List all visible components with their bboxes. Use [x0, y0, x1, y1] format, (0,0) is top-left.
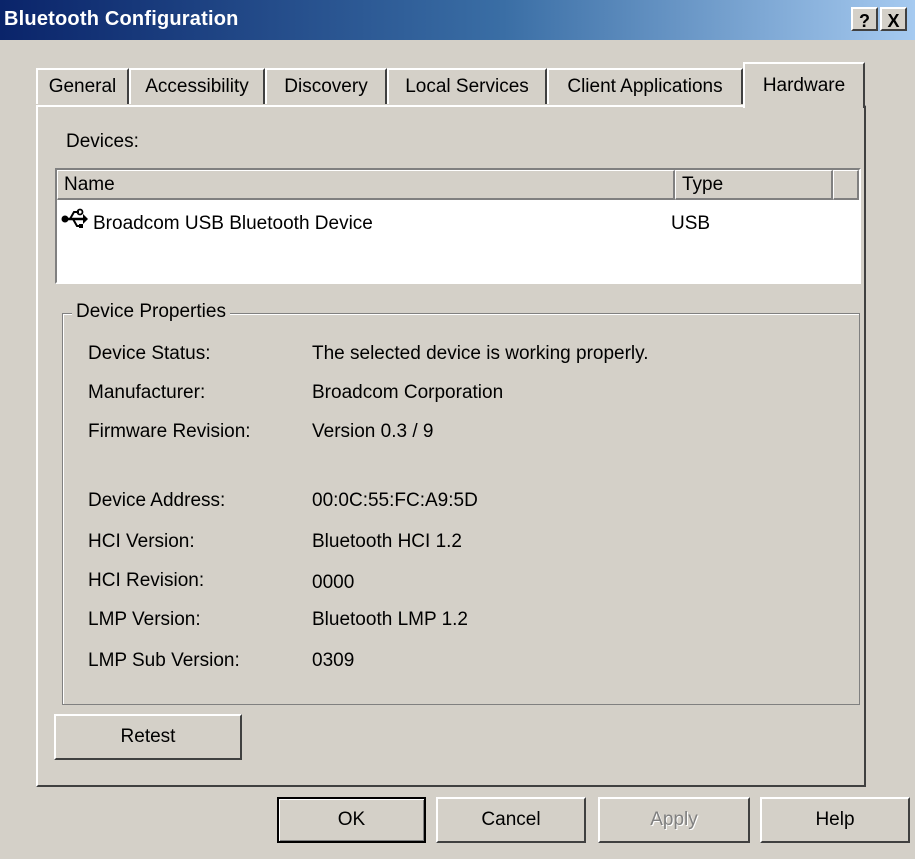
device-status-label: Device Status: [88, 343, 211, 364]
device-name: Broadcom USB Bluetooth Device [93, 213, 373, 234]
retest-button[interactable]: Retest [54, 714, 242, 760]
manufacturer-value: Broadcom Corporation [312, 382, 504, 403]
manufacturer-label: Manufacturer: [88, 382, 206, 403]
devices-list[interactable]: Name Type Broadcom USB Bluetooth Device … [55, 168, 861, 284]
tab-hardware[interactable]: Hardware [743, 62, 865, 108]
column-header-type[interactable]: Type [675, 170, 833, 200]
title-bar: Bluetooth Configuration ? X [0, 0, 915, 40]
help-title-button[interactable]: ? [851, 7, 878, 31]
lmp-sub-version-label: LMP Sub Version: [88, 650, 240, 671]
lmp-version-label: LMP Version: [88, 609, 201, 630]
help-button[interactable]: Help [760, 797, 910, 843]
column-header-name[interactable]: Name [57, 170, 675, 200]
firmware-revision-value: Version 0.3 / 9 [312, 421, 434, 442]
usb-icon [61, 206, 89, 232]
firmware-revision-label: Firmware Revision: [88, 421, 251, 442]
devices-label: Devices: [66, 131, 139, 152]
device-address-value: 00:0C:55:FC:A9:5D [312, 490, 478, 511]
cancel-button[interactable]: Cancel [436, 797, 586, 843]
hci-version-value: Bluetooth HCI 1.2 [312, 531, 462, 552]
device-address-label: Device Address: [88, 490, 226, 511]
tab-local-services[interactable]: Local Services [387, 68, 547, 104]
device-row[interactable]: Broadcom USB Bluetooth Device USB [57, 202, 859, 238]
ok-button[interactable]: OK [277, 797, 426, 843]
device-properties-title: Device Properties [72, 301, 230, 323]
hci-revision-value: 0000 [312, 572, 355, 593]
column-header-filler [833, 170, 859, 200]
device-type: USB [671, 213, 711, 234]
hci-version-label: HCI Version: [88, 531, 195, 552]
apply-button[interactable]: Apply [598, 797, 750, 843]
tab-discovery[interactable]: Discovery [265, 68, 387, 104]
close-title-button[interactable]: X [880, 7, 907, 31]
device-status-value: The selected device is working properly. [312, 343, 649, 364]
tab-accessibility[interactable]: Accessibility [129, 68, 265, 104]
tab-client-applications[interactable]: Client Applications [547, 68, 743, 104]
tab-general[interactable]: General [36, 68, 129, 104]
lmp-sub-version-value: 0309 [312, 650, 355, 671]
hci-revision-label: HCI Revision: [88, 570, 205, 591]
lmp-version-value: Bluetooth LMP 1.2 [312, 609, 468, 630]
window-title: Bluetooth Configuration [4, 8, 239, 30]
